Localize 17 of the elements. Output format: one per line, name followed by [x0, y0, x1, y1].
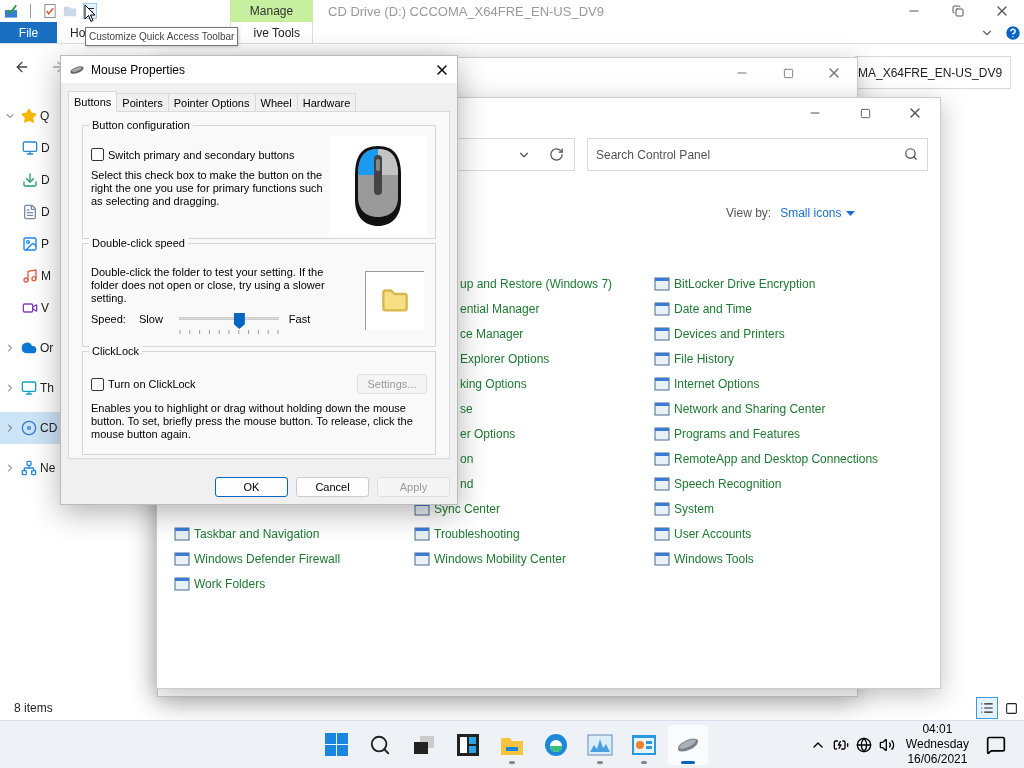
checkbox-label: Switch primary and secondary buttons [108, 148, 295, 161]
tooltip: Customize Quick Access Toolbar [85, 27, 239, 46]
view-by-label: View by: [726, 206, 772, 220]
slow-label: Slow [139, 313, 163, 325]
description-text: Double-click the folder to test your setting. If the folder does not open or close, try using a slower setting. [91, 266, 326, 305]
checkbox-label: Turn on ClickLock [108, 378, 196, 390]
item-count: 8 items [14, 701, 53, 715]
dialog-title: Mouse Properties [91, 62, 187, 77]
speed-label: Speed: [91, 313, 127, 325]
fast-label: Fast [288, 313, 311, 325]
description-text: Enables you to highlight or drag without holding down the mouse button. To set, briefly press the mouse button. To release, click the mouse button again. [91, 402, 414, 441]
group-title: Button configuration [89, 119, 193, 131]
group-title: Double-click speed [89, 237, 188, 249]
window-title: CD Drive (D:) CCCOMA_X64FRE_EN-US_DV9 [328, 3, 605, 19]
group-title: ClickLock [89, 345, 143, 357]
context-tab-header: Manage [230, 0, 313, 22]
description-text: Select this check box to make the button on the right the one you use for primary functions such as selecting and dragging. [91, 169, 323, 208]
